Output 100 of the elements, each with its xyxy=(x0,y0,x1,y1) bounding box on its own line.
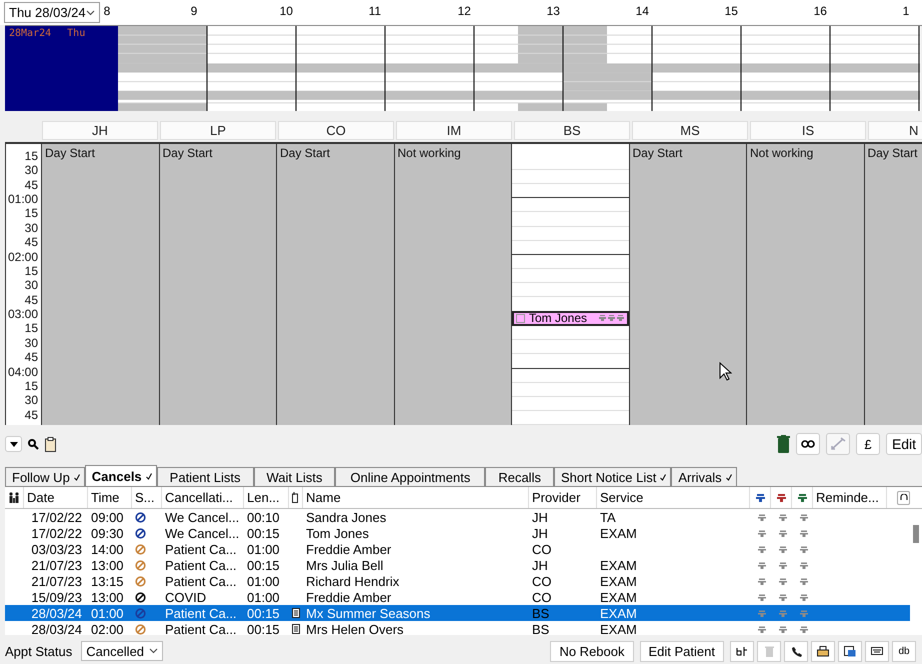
check-icon xyxy=(726,474,732,481)
provider-cell-text: JH xyxy=(531,557,549,574)
column-header[interactable]: Cancellati... xyxy=(162,487,244,508)
phone-button[interactable] xyxy=(784,640,808,662)
printer-icon xyxy=(817,646,829,657)
printer-button[interactable] xyxy=(811,640,835,662)
people-icon xyxy=(8,492,20,504)
time-label: 03:00 xyxy=(6,307,39,322)
column-header[interactable]: Date xyxy=(24,487,88,508)
db-button[interactable]: db xyxy=(892,640,916,662)
selected-day-block[interactable]: 28Mar24 Thu xyxy=(5,26,118,111)
column-header[interactable]: Len... xyxy=(244,487,289,508)
name-cell-text: Mrs Julia Bell xyxy=(305,557,384,574)
footer-button[interactable]: Edit Patient xyxy=(640,640,724,662)
table-row[interactable]: 15/09/23 13:00 COVID 01:00 Freddie Amber CO EXAM xyxy=(5,589,910,606)
reason-cell-text: Patient Ca... xyxy=(164,621,238,638)
hour-label: 16 xyxy=(814,3,828,18)
time-cell-text: 01:00 xyxy=(90,605,125,622)
footer-button[interactable]: No Rebook xyxy=(550,640,634,662)
length-cell-text: 00:15 xyxy=(246,605,281,622)
length-cell-text: 00:10 xyxy=(246,509,281,526)
table-row[interactable]: 28/03/24 01:00 Patient Ca... 00:15 Mx Summer Seasons BS EXAM xyxy=(5,605,910,622)
tab[interactable]: Wait Lists xyxy=(254,467,336,486)
column-header[interactable]: Service xyxy=(597,487,750,508)
tab[interactable]: Cancels xyxy=(84,465,157,486)
chevron-down-icon xyxy=(86,10,95,16)
name-cell-text: Mx Summer Seasons xyxy=(305,605,432,622)
check-icon xyxy=(660,474,666,481)
table-row[interactable]: 21/07/23 13:15 Patient Ca... 01:00 Richard Hendrix CO EXAM xyxy=(5,573,910,590)
document-button[interactable] xyxy=(838,640,862,662)
column-header[interactable]: S... xyxy=(132,487,162,508)
table-row[interactable]: 28/03/24 02:00 Patient Ca... 00:15 Mrs Helen Overs BS EXAM xyxy=(5,621,910,638)
hour-label: 11 xyxy=(368,3,382,18)
hour-label: 8 xyxy=(104,3,112,18)
staff-code-header[interactable]: IS xyxy=(750,120,866,140)
staff-code-header[interactable]: N xyxy=(868,120,922,140)
edit-button[interactable]: Edit xyxy=(886,433,922,456)
table-row[interactable]: 03/03/23 14:00 Patient Ca... 01:00 Freddie Amber CO xyxy=(5,541,910,558)
column-header[interactable]: Reminde... xyxy=(813,487,887,508)
appointment-block[interactable]: Tom Jones xyxy=(512,310,628,326)
arc-icon xyxy=(900,494,908,502)
column-header[interactable]: Name xyxy=(303,487,529,508)
column-header[interactable]: Time xyxy=(88,487,132,508)
tab[interactable]: Online Appointments xyxy=(335,467,486,486)
service-cell: TA xyxy=(600,510,616,525)
time-label: 30 xyxy=(24,278,39,293)
service-cell: EXAM xyxy=(600,558,637,573)
link-icon xyxy=(801,440,815,448)
column-header[interactable]: Provider xyxy=(529,487,597,508)
name-cell-text: Mrs Helen Overs xyxy=(305,621,405,638)
link-button[interactable] xyxy=(796,433,820,456)
keyboard-button[interactable] xyxy=(865,640,889,662)
staff-code-header[interactable]: CO xyxy=(278,120,394,140)
time-cell-text: 02:00 xyxy=(90,621,125,638)
tab[interactable]: Follow Up xyxy=(5,467,85,486)
search-icon[interactable] xyxy=(28,438,39,450)
hour-label: 13 xyxy=(546,3,561,18)
time-label: 45 xyxy=(24,235,39,250)
reason-cell-text: Patient Ca... xyxy=(164,557,238,574)
time-label: 30 xyxy=(24,220,39,236)
reason-cell-text: We Cancel... xyxy=(164,509,240,526)
trash-icon[interactable] xyxy=(777,435,790,454)
tab[interactable]: Recalls xyxy=(485,467,554,486)
staff-code-header[interactable]: JH xyxy=(42,120,158,140)
date-cell-text: 03/03/23 xyxy=(30,541,83,558)
provider-cell-text: CO xyxy=(531,573,552,590)
name-cell-text: Richard Hendrix xyxy=(305,573,400,590)
dropdown-button[interactable] xyxy=(5,436,22,452)
table-row[interactable]: 17/02/22 09:00 We Cancel... 00:10 Sandra Jones JH TA xyxy=(5,509,910,526)
time-label: 15 xyxy=(24,379,39,394)
date-picker[interactable]: Thu 28/03/24 xyxy=(4,2,100,23)
table-row[interactable]: 21/07/23 13:00 Patient Ca... 00:15 Mrs Julia Bell JH EXAM xyxy=(5,557,910,574)
currency-button[interactable]: £ xyxy=(856,433,880,456)
appt-status-dropdown[interactable]: Cancelled xyxy=(81,641,164,662)
refresh-button[interactable] xyxy=(897,490,910,505)
time-label: 45 xyxy=(24,408,39,422)
date-cell-text: 28/03/24 xyxy=(30,621,83,638)
length-cell-text: 00:15 xyxy=(246,557,281,574)
date-cell-text: 17/02/22 xyxy=(30,509,83,526)
text-cursor-button[interactable] xyxy=(730,640,754,662)
staff-code-header[interactable]: BS xyxy=(514,120,630,140)
time-label: 45 xyxy=(24,178,39,192)
hour-label: 12 xyxy=(458,3,472,18)
service-cell: EXAM xyxy=(600,606,637,621)
date-cell-text: 15/09/23 xyxy=(30,589,83,606)
clipboard-icon[interactable] xyxy=(45,436,56,452)
tab[interactable]: Patient Lists xyxy=(156,467,254,486)
table-row[interactable]: 17/02/22 09:30 We Cancel... 00:15 Tom Jones JH EXAM xyxy=(5,525,910,542)
length-cell-text: 01:00 xyxy=(246,589,281,606)
scrollbar-thumb[interactable] xyxy=(913,525,919,544)
time-label: 45 xyxy=(24,292,39,308)
staff-code-header[interactable]: IM xyxy=(396,120,512,140)
tab[interactable]: Short Notice List xyxy=(554,467,672,486)
service-cell: EXAM xyxy=(600,574,637,589)
staff-code-header[interactable]: MS xyxy=(632,120,748,140)
staff-code-header[interactable]: LP xyxy=(160,120,276,140)
hour-label: 10 xyxy=(280,3,294,18)
service-cell: EXAM xyxy=(600,526,637,541)
name-cell-text: Freddie Amber xyxy=(305,589,392,606)
tab[interactable]: Arrivals xyxy=(671,467,737,486)
